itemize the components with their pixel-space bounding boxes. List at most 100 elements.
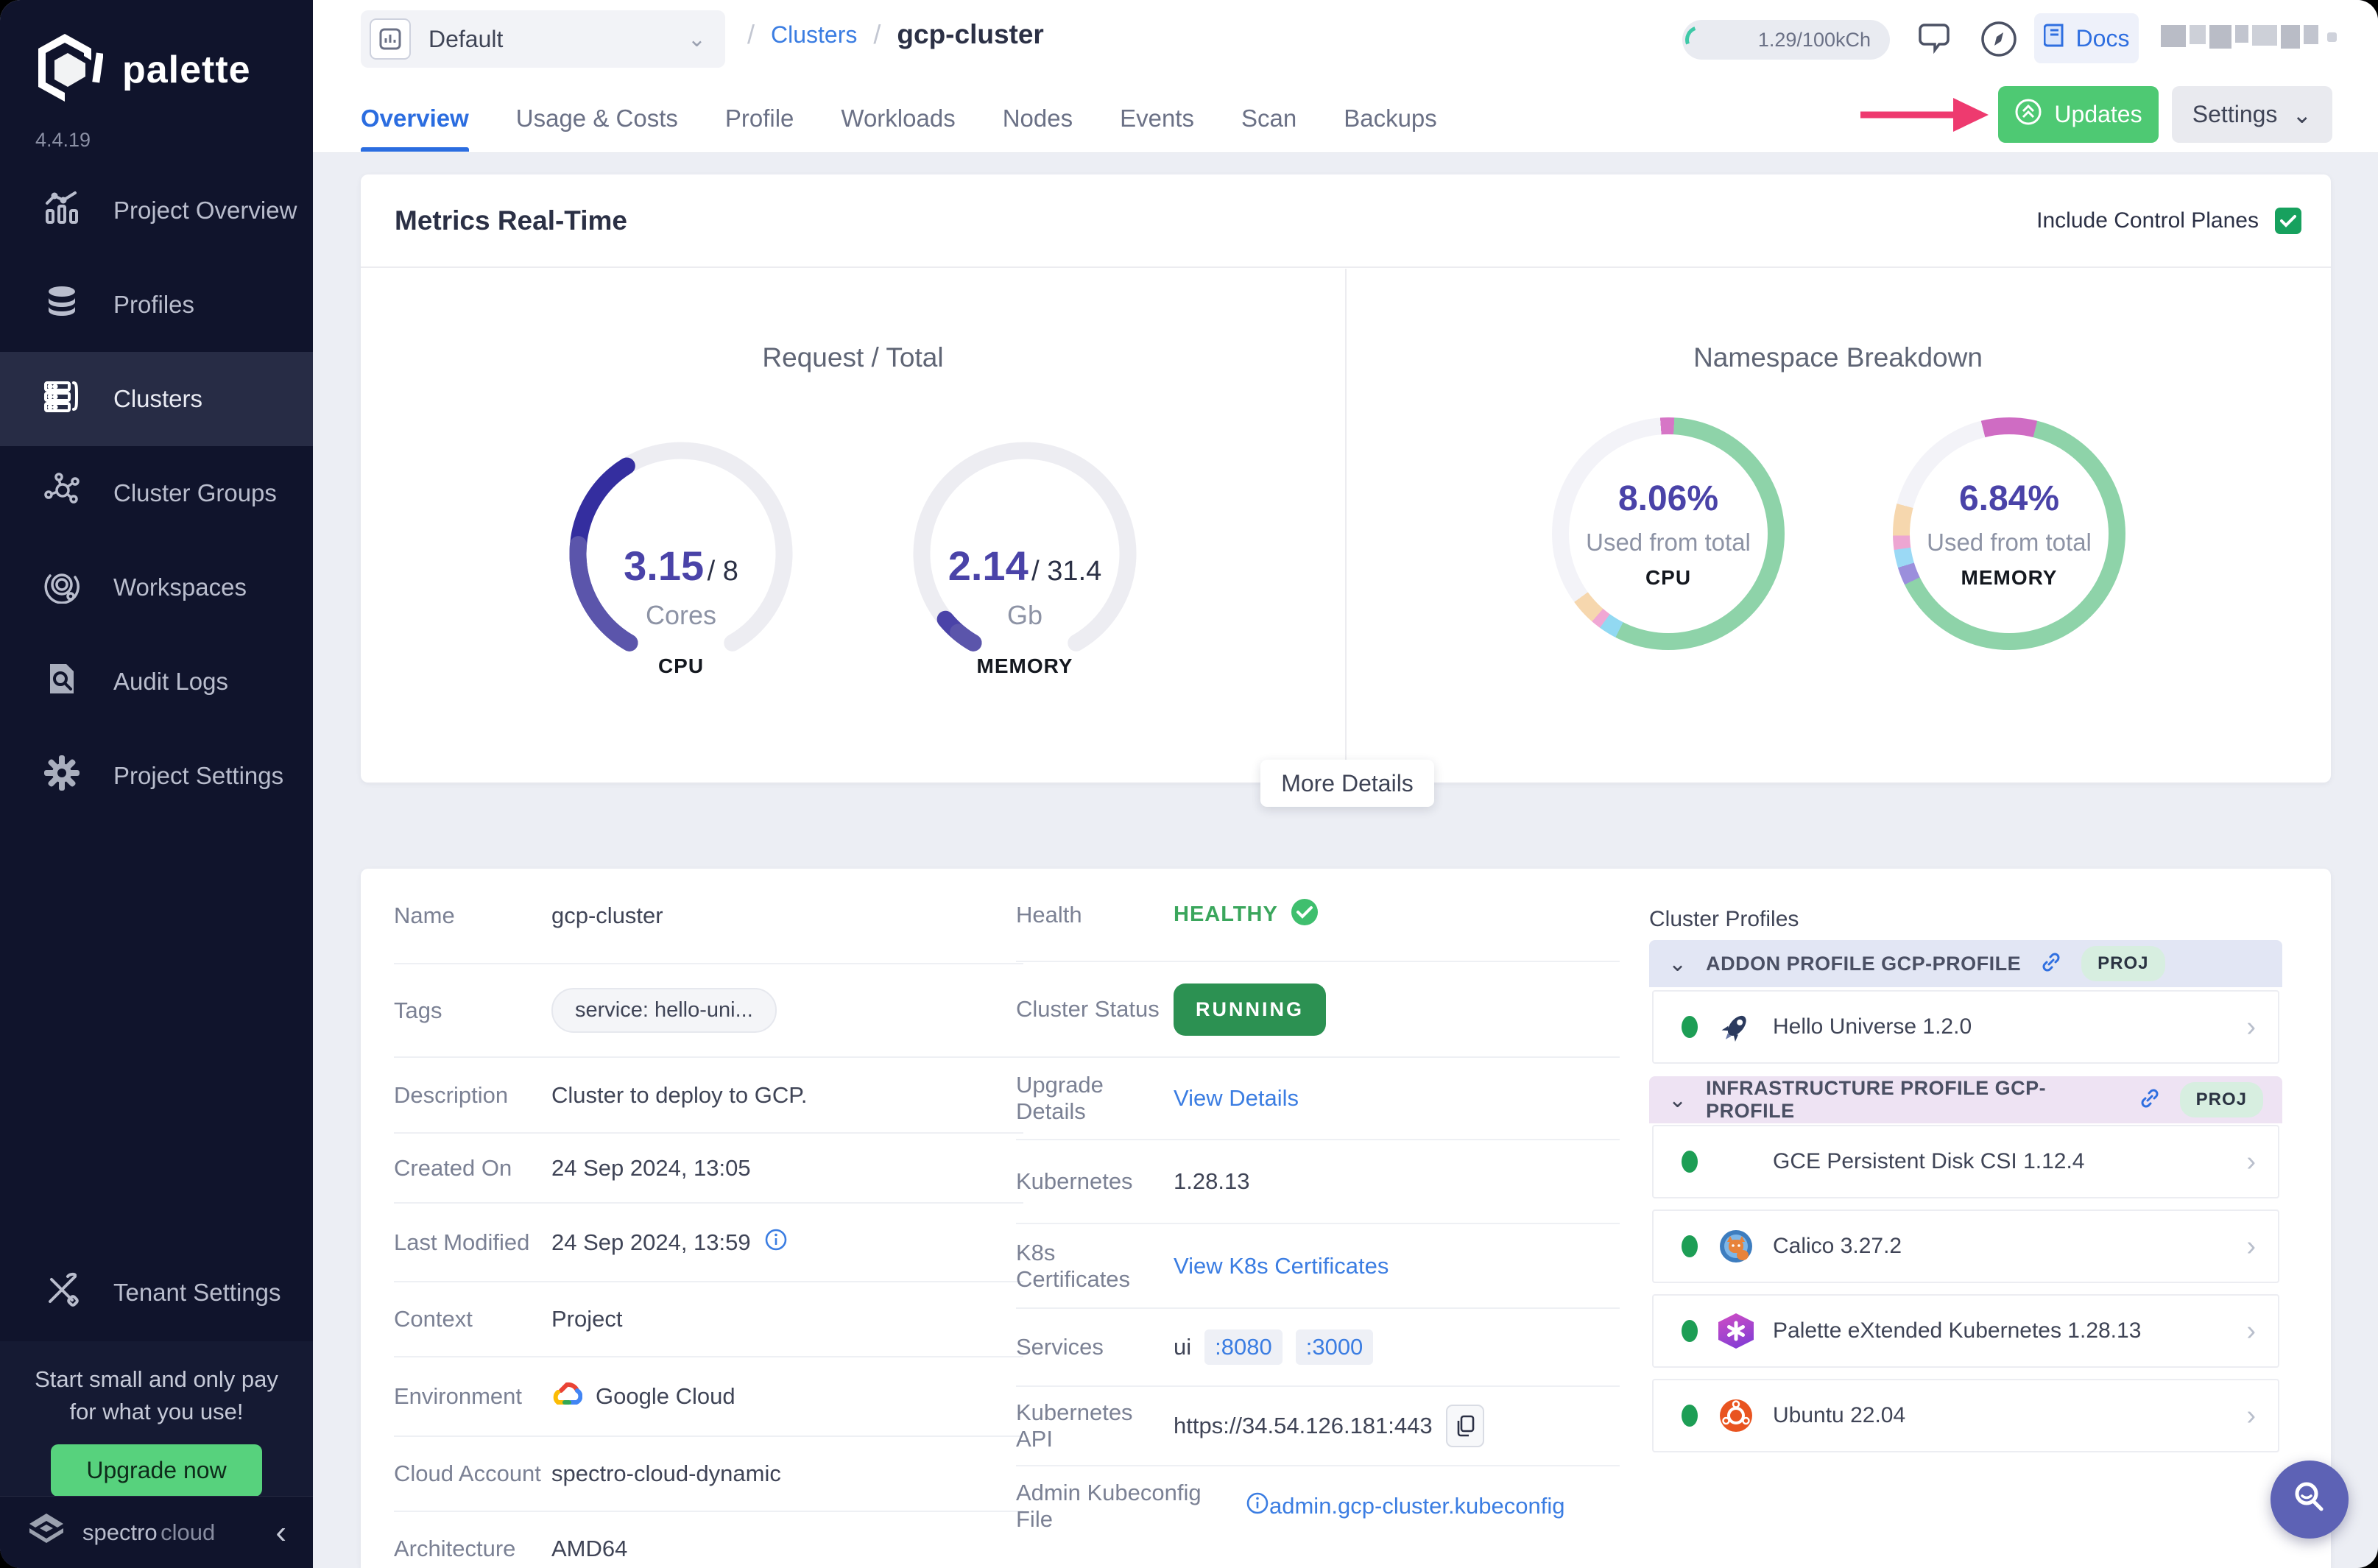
cluster-name-value: gcp-cluster: [551, 903, 663, 928]
sidebar-item-cluster-groups[interactable]: Cluster Groups: [0, 446, 313, 540]
tab-overview[interactable]: Overview: [361, 105, 469, 152]
hello-universe-icon: [1718, 1009, 1754, 1045]
usage-quota-badge[interactable]: 1.29/100kCh: [1680, 20, 1890, 60]
brand-logo: palette: [0, 0, 313, 108]
health-status: HEALTHY: [1174, 897, 1319, 933]
project-icon: [370, 18, 411, 60]
sidebar-item-workspaces[interactable]: Workspaces: [0, 540, 313, 635]
sidebar-item-label: Audit Logs: [113, 668, 228, 695]
chat-icon[interactable]: [1914, 18, 1957, 64]
breadcrumb-clusters-link[interactable]: Clusters: [771, 21, 857, 49]
settings-button[interactable]: Settings ⌄: [2172, 86, 2332, 143]
memory-namespace-donut: 6.84% Used from total MEMORY: [1893, 417, 2125, 650]
sidebar-item-label: Workspaces: [113, 573, 247, 601]
sidebar: palette 4.4.19 Project Overview Profiles…: [0, 0, 313, 1568]
chevron-right-icon: ›: [2246, 1145, 2256, 1177]
tab-workloads[interactable]: Workloads: [841, 105, 955, 152]
search-fab[interactable]: [2271, 1461, 2349, 1539]
breadcrumb: / Clusters / gcp-cluster: [747, 19, 1044, 49]
gear-icon: [43, 754, 81, 798]
profile-item-ubuntu[interactable]: Ubuntu 22.04 ›: [1652, 1379, 2279, 1452]
infrastructure-profile-header[interactable]: ⌄ INFRASTRUCTURE PROFILE GCP-PROFILE PRO…: [1649, 1076, 2282, 1123]
chevron-down-icon: ⌄: [1668, 951, 1687, 976]
sidebar-item-label: Tenant Settings: [113, 1279, 281, 1306]
app-version: 4.4.19: [35, 129, 91, 151]
service-port-3000-link[interactable]: :3000: [1295, 1329, 1374, 1365]
metrics-card: Metrics Real-Time Include Control Planes…: [361, 174, 2331, 807]
sidebar-item-audit-logs[interactable]: Audit Logs: [0, 635, 313, 729]
book-icon: [2043, 23, 2066, 54]
details-column: Name gcp-cluster Tags service: hello-uni..…: [394, 869, 1023, 1568]
redacted-username: [2161, 25, 2318, 49]
include-control-planes-label: Include Control Planes: [2036, 208, 2259, 233]
upgrade-now-button[interactable]: Upgrade now: [51, 1444, 262, 1497]
profile-item-hello-universe[interactable]: Hello Universe 1.2.0 ›: [1652, 990, 2279, 1064]
status-dot: [1682, 1320, 1698, 1342]
more-details-button[interactable]: More Details: [1260, 760, 1434, 807]
tab-usage-costs[interactable]: Usage & Costs: [516, 105, 678, 152]
search-icon: [2289, 1477, 2330, 1522]
tab-nodes[interactable]: Nodes: [1003, 105, 1073, 152]
profile-item-gce-disk[interactable]: GCE Persistent Disk CSI 1.12.4 ›: [1652, 1125, 2279, 1198]
sidebar-item-project-overview[interactable]: Project Overview: [0, 163, 313, 258]
sidebar-item-tenant-settings[interactable]: Tenant Settings: [0, 1246, 313, 1340]
pxk-icon: [1718, 1313, 1754, 1349]
sidebar-item-clusters[interactable]: Clusters: [0, 352, 313, 446]
status-dot: [1682, 1016, 1698, 1038]
sidebar-item-project-settings[interactable]: Project Settings: [0, 729, 313, 823]
check-circle-icon: [1290, 897, 1319, 933]
footer-brand: spectro: [82, 1519, 158, 1545]
link-icon: [2139, 1087, 2161, 1113]
sidebar-footer: spectro cloud ‹: [0, 1496, 313, 1568]
info-icon[interactable]: [764, 1228, 788, 1257]
project-selector[interactable]: Default ⌄: [361, 10, 725, 68]
status-column: Health HEALTHY Cluster Status RUNNING Up…: [1016, 869, 1620, 1546]
memory-gauge: 2.14 / 31.4 Gb MEMORY: [903, 432, 1146, 677]
tab-profile[interactable]: Profile: [725, 105, 794, 152]
cluster-details-card: Name gcp-cluster Tags service: hello-uni..…: [361, 869, 2331, 1568]
tab-backups[interactable]: Backups: [1344, 105, 1437, 152]
brand-name: palette: [122, 48, 251, 91]
docs-button[interactable]: Docs: [2034, 13, 2139, 63]
calico-icon: [1718, 1229, 1754, 1264]
gce-disk-icon: [1718, 1144, 1754, 1179]
sidebar-item-label: Cluster Groups: [113, 479, 277, 506]
servers-icon: [43, 377, 81, 421]
addon-profile-header[interactable]: ⌄ ADDON PROFILE GCP-PROFILE PROJ: [1649, 940, 2282, 987]
include-control-planes-checkbox[interactable]: [2275, 207, 2301, 234]
compass-icon[interactable]: [1979, 19, 2019, 63]
sidebar-item-label: Project Overview: [113, 197, 297, 224]
sidebar-collapse-button[interactable]: ‹: [275, 1516, 286, 1549]
info-icon[interactable]: [1246, 1491, 1269, 1521]
menu-dot: [2327, 32, 2337, 42]
kubeconfig-link[interactable]: admin.gcp-cluster.kubeconfig: [1269, 1493, 1565, 1519]
metrics-card-header: Metrics Real-Time Include Control Planes: [361, 174, 2331, 268]
tab-events[interactable]: Events: [1120, 105, 1194, 152]
google-cloud-icon: [551, 1380, 583, 1413]
palette-app: palette 4.4.19 Project Overview Profiles…: [0, 0, 2378, 1568]
sidebar-nav: Project Overview Profiles Clusters Clust…: [0, 163, 313, 823]
upgrade-promo: Start small and only pay for what you us…: [0, 1341, 313, 1497]
view-k8s-certificates-link[interactable]: View K8s Certificates: [1174, 1253, 1389, 1279]
chart-icon: [43, 188, 81, 233]
tag-pill[interactable]: service: hello-uni...: [551, 988, 777, 1033]
annotation-arrow: [1860, 98, 1989, 132]
cpu-gauge: 3.15 / 8 Cores CPU: [560, 432, 802, 677]
proj-badge: PROJ: [2179, 1082, 2263, 1117]
namespace-breakdown-title: Namespace Breakdown: [1693, 342, 1983, 372]
chevron-down-icon: ⌄: [2292, 101, 2312, 128]
status-dot: [1682, 1151, 1698, 1173]
chevron-right-icon: ›: [2246, 1399, 2256, 1431]
updates-button[interactable]: Updates: [1998, 86, 2159, 143]
view-details-link[interactable]: View Details: [1174, 1085, 1299, 1112]
cluster-profiles-title: Cluster Profiles: [1649, 907, 1799, 931]
proj-badge: PROJ: [2081, 946, 2165, 981]
sidebar-item-profiles[interactable]: Profiles: [0, 258, 313, 352]
service-port-8080-link[interactable]: :8080: [1204, 1329, 1283, 1365]
profile-item-calico[interactable]: Calico 3.27.2 ›: [1652, 1209, 2279, 1283]
tab-scan[interactable]: Scan: [1241, 105, 1296, 152]
profile-item-pxk[interactable]: Palette eXtended Kubernetes 1.28.13 ›: [1652, 1294, 2279, 1368]
copy-button[interactable]: [1445, 1405, 1484, 1447]
sidebar-item-label: Project Settings: [113, 762, 284, 789]
project-selector-value: Default: [428, 25, 504, 52]
